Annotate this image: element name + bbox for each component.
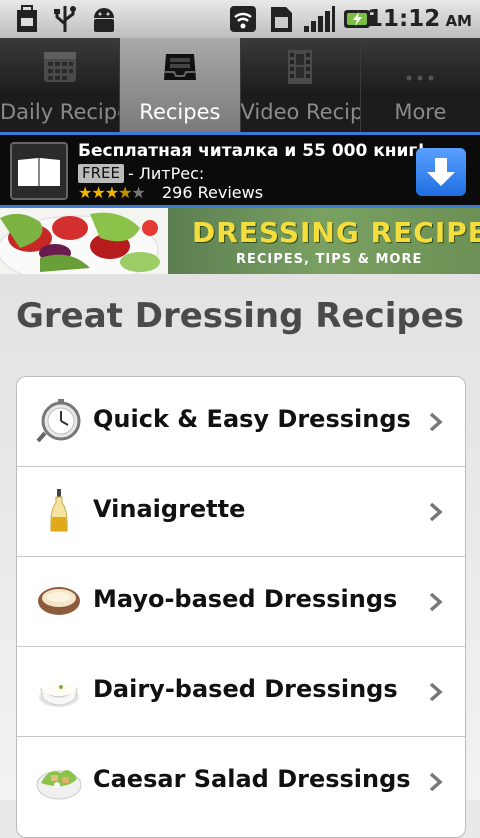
caesar-salad-icon: [36, 770, 82, 800]
android-debug-icon: [94, 8, 114, 32]
clock: 11:12 AM: [367, 6, 472, 32]
usb-icon: [54, 6, 76, 32]
sd-card-icon: [17, 5, 37, 32]
tab-label: Recipes: [139, 100, 221, 124]
tab-daily-recipes[interactable]: Daily Recipes: [0, 38, 121, 132]
review-count: 296 Reviews: [162, 183, 264, 202]
book-icon: [10, 142, 68, 200]
download-button[interactable]: [416, 148, 466, 196]
tab-bar: Daily Recipes Recipes Video Recipe More: [0, 38, 480, 132]
chevron-right-icon: [429, 682, 443, 702]
list-item-label: Dairy-based Dressings: [93, 675, 398, 703]
list-item-label: Quick & Easy Dressings: [93, 405, 411, 433]
wifi-icon: [230, 6, 256, 32]
chevron-right-icon: [429, 772, 443, 792]
more-icon: [406, 75, 434, 81]
ad-title: Бесплатная читалка и 55 000 книг!: [78, 141, 426, 161]
tab-label: Video Recipe: [240, 100, 360, 124]
list-item-mayo-based[interactable]: Mayo-based Dressings: [17, 557, 465, 647]
chevron-right-icon: [429, 412, 443, 432]
tab-recipes[interactable]: Recipes: [120, 38, 241, 132]
banner-subtitle: RECIPES, TIPS & MORE: [236, 252, 423, 267]
dairy-bowl-icon: [39, 682, 79, 707]
ad-publisher: - ЛитРес:: [128, 164, 205, 183]
tab-label: More: [394, 100, 447, 124]
header-banner: DRESSING RECIPES RECIPES, TIPS & MORE: [0, 208, 480, 274]
star-rating: ★★★★★: [78, 183, 146, 202]
signal-icon: [304, 6, 335, 32]
recipe-category-list: Quick & Easy Dressings Vinaigrette Mayo-…: [16, 376, 466, 838]
bowl-icon: [38, 587, 80, 615]
status-bar: 11:12 AM: [0, 0, 480, 38]
list-item-label: Caesar Salad Dressings: [93, 765, 411, 793]
chevron-right-icon: [429, 502, 443, 522]
tab-video-recipe[interactable]: Video Recipe: [240, 38, 361, 132]
tab-label: Daily Recipes: [0, 100, 119, 124]
tab-more[interactable]: More: [360, 38, 480, 132]
salad-image: [0, 208, 168, 274]
content-area: Great Dressing Recipes Quick & Easy Dres…: [0, 274, 480, 838]
list-item-caesar-salad[interactable]: Caesar Salad Dressings: [17, 737, 465, 826]
list-item-dairy-based[interactable]: Dairy-based Dressings: [17, 647, 465, 737]
list-item-quick-easy[interactable]: Quick & Easy Dressings: [17, 377, 465, 467]
page-title: Great Dressing Recipes: [15, 296, 464, 336]
list-item-vinaigrette[interactable]: Vinaigrette: [17, 467, 465, 557]
chevron-right-icon: [429, 592, 443, 612]
oil-bottle-icon: [50, 489, 68, 532]
list-item-label: Vinaigrette: [93, 495, 246, 523]
free-badge: FREE: [78, 164, 125, 183]
ad-banner[interactable]: Бесплатная читалка и 55 000 книг! FREE -…: [0, 132, 480, 208]
inbox-icon: [163, 54, 196, 80]
film-icon: [288, 50, 313, 84]
calendar-icon: [43, 52, 76, 82]
stopwatch-icon: [36, 399, 81, 443]
banner-title: DRESSING RECIPES: [192, 216, 480, 249]
download-arrow-icon: [427, 158, 455, 186]
list-item-label: Mayo-based Dressings: [93, 585, 398, 613]
sim-card-icon: [271, 7, 292, 32]
